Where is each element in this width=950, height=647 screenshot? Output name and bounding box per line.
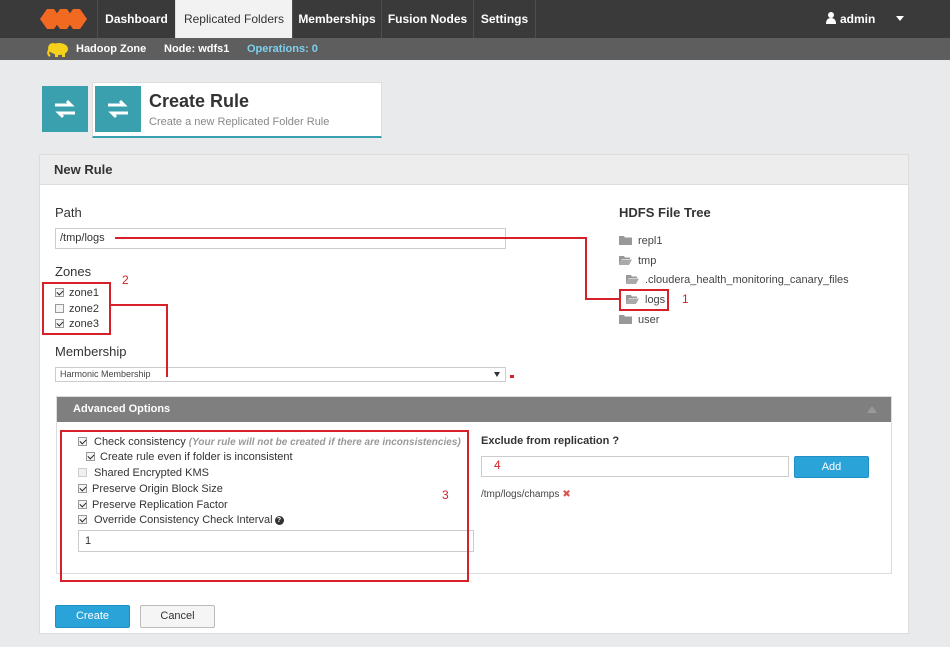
page-header: Create Rule Create a new Replicated Fold… (92, 82, 382, 138)
swap-arrows-icon (55, 99, 75, 119)
annotation-number: 4 (494, 458, 501, 472)
operations-count[interactable]: Operations: 0 (247, 38, 318, 60)
swap-arrows-icon (108, 99, 128, 119)
replicate-toggle-button[interactable] (42, 86, 88, 132)
tree-item-tmp[interactable]: tmp (619, 254, 656, 268)
hdfs-tree-title: HDFS File Tree (619, 205, 711, 220)
folder-open-icon (619, 256, 632, 265)
annotation-number: 2 (122, 273, 129, 287)
chevron-up-icon[interactable] (867, 406, 877, 413)
annotation-line (585, 237, 587, 300)
add-exclusion-button[interactable]: Add (794, 456, 869, 478)
tab-fusion-nodes[interactable]: Fusion Nodes (381, 0, 473, 38)
annotation-number: 3 (442, 488, 449, 502)
annotation-box-advanced (60, 430, 469, 582)
panel-header: New Rule (40, 155, 908, 185)
hadoop-elephant-icon (47, 43, 68, 57)
zone-status-bar: Hadoop Zone Node: wdfs1 Operations: 0 (0, 38, 950, 60)
tab-memberships[interactable]: Memberships (292, 0, 381, 38)
annotation-number: 1 (682, 292, 689, 306)
panel-title: New Rule (54, 162, 113, 177)
remove-icon[interactable]: ✖ (562, 489, 570, 500)
tree-item-cloudera[interactable]: .cloudera_health_monitoring_canary_files (626, 273, 849, 287)
cancel-button[interactable]: Cancel (140, 605, 215, 628)
page-subtitle: Create a new Replicated Folder Rule (149, 116, 330, 128)
annotation-line (585, 298, 621, 300)
node-name: Node: wdfs1 (164, 43, 230, 55)
user-menu[interactable]: admin (826, 0, 875, 38)
annotation-box-logs (619, 289, 669, 311)
annotation-line (115, 237, 587, 239)
page-title: Create Rule (149, 91, 250, 111)
excluded-item: /tmp/logs/champs ✖ (481, 489, 571, 500)
create-button[interactable]: Create (55, 605, 130, 628)
tab-dashboard[interactable]: Dashboard (97, 0, 175, 38)
zones-label: Zones (55, 264, 92, 279)
exclude-label: Exclude from replication ? (481, 435, 620, 447)
tree-item-repl1[interactable]: repl1 (619, 234, 662, 248)
folder-icon (619, 315, 632, 324)
tab-settings[interactable]: Settings (473, 0, 536, 38)
user-name: admin (840, 12, 876, 26)
path-label: Path (55, 205, 82, 220)
advanced-options-header[interactable]: Advanced Options (57, 397, 891, 422)
membership-label: Membership (55, 344, 127, 359)
folder-open-icon (626, 275, 639, 284)
annotation-line (111, 304, 168, 306)
folder-icon (619, 236, 632, 245)
replicate-icon-tile (95, 86, 141, 132)
chevron-down-icon[interactable] (896, 16, 904, 21)
wandisco-logo-icon[interactable] (38, 7, 88, 31)
top-navigation: Dashboard Replicated Folders Memberships… (0, 0, 950, 38)
annotation-dot (510, 375, 514, 378)
user-icon (826, 12, 836, 24)
chevron-down-icon (494, 372, 500, 377)
tab-replicated-folders[interactable]: Replicated Folders (175, 0, 292, 38)
advanced-options-title: Advanced Options (73, 403, 171, 415)
annotation-box-zones (42, 282, 111, 335)
exclude-input[interactable] (481, 456, 789, 477)
membership-select[interactable]: Harmonic Membership (55, 367, 506, 382)
tree-item-user[interactable]: user (619, 313, 659, 327)
zone-name: Hadoop Zone (76, 43, 147, 55)
annotation-line (166, 304, 168, 377)
